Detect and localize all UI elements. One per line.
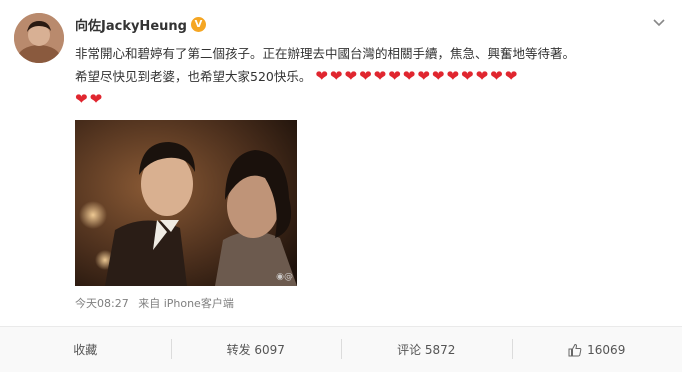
post-source[interactable]: 来自 iPhone客户端	[138, 297, 234, 310]
comment-label: 评论 5872	[397, 341, 455, 358]
post-text: 非常開心和碧婷有了第二個孩子。正在辦理去中國台灣的相關手續，焦急、興奮地等待著。…	[75, 42, 670, 111]
thumbs-up-icon	[568, 343, 582, 357]
repost-button[interactable]: 转发 6097	[171, 327, 342, 372]
favorite-label: 收藏	[73, 341, 97, 358]
chevron-down-icon[interactable]	[652, 16, 666, 30]
heart-emoji-row: ❤❤❤❤❤❤❤❤❤❤❤❤❤❤	[315, 67, 519, 85]
verified-badge-icon: V	[191, 17, 206, 32]
post-text-line-2: 希望尽快见到老婆，也希望大家520快乐。 ❤❤❤❤❤❤❤❤❤❤❤❤❤❤	[75, 65, 670, 88]
user-name[interactable]: 向佐JackyHeung	[75, 15, 187, 34]
post-timestamp[interactable]: 今天08:27	[75, 297, 129, 310]
post-text-line-2-text: 希望尽快见到老婆，也希望大家520快乐。	[75, 69, 311, 84]
like-button[interactable]: 16069	[512, 327, 682, 372]
action-bar: 收藏 转发 6097 评论 5872 16069	[0, 326, 682, 372]
avatar-image	[14, 13, 64, 63]
comment-button[interactable]: 评论 5872	[341, 327, 512, 372]
post-photo[interactable]: ◉@	[75, 120, 297, 286]
weibo-post-card: 向佐JackyHeung V 非常開心和碧婷有了第二個孩子。正在辦理去中國台灣的…	[0, 0, 682, 371]
photo-image	[75, 120, 297, 286]
user-avatar[interactable]	[14, 13, 64, 63]
like-count: 16069	[587, 343, 625, 357]
repost-label: 转发 6097	[227, 341, 285, 358]
heart-emoji-row-2: ❤❤	[75, 88, 670, 111]
user-name-row: 向佐JackyHeung V	[75, 15, 206, 34]
favorite-button[interactable]: 收藏	[0, 327, 171, 372]
post-meta: 今天08:27 来自 iPhone客户端	[75, 295, 240, 311]
photo-watermark: ◉@	[276, 272, 293, 282]
post-text-line-1: 非常開心和碧婷有了第二個孩子。正在辦理去中國台灣的相關手續，焦急、興奮地等待著。	[75, 42, 670, 65]
